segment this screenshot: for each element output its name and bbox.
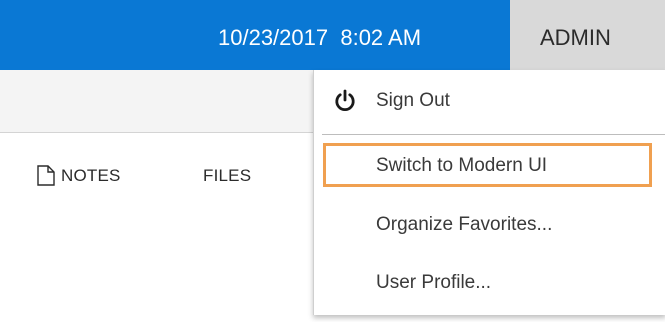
- menu-divider: [322, 134, 665, 135]
- top-header-bar: 10/23/2017 8:02 AM ADMIN: [0, 0, 665, 70]
- power-icon: [335, 89, 355, 112]
- time-text: 8:02 AM: [340, 25, 422, 50]
- notes-button[interactable]: NOTES: [37, 165, 121, 186]
- organize-favorites-menu-item[interactable]: Organize Favorites...: [314, 200, 665, 250]
- notes-label: NOTES: [61, 166, 121, 185]
- user-profile-menu-item[interactable]: User Profile...: [314, 257, 665, 307]
- user-profile-label: User Profile...: [376, 272, 492, 293]
- user-dropdown-menu: Sign Out Switch to Modern UI Organize Fa…: [313, 70, 665, 315]
- user-menu-button[interactable]: ADMIN: [510, 0, 665, 70]
- sign-out-menu-item[interactable]: Sign Out: [314, 70, 665, 132]
- files-button[interactable]: FILES: [203, 166, 251, 186]
- switch-to-modern-ui-label: Switch to Modern UI: [376, 155, 548, 176]
- organize-favorites-label: Organize Favorites...: [376, 214, 553, 235]
- files-label: FILES: [203, 166, 252, 185]
- switch-to-modern-ui-menu-item[interactable]: Switch to Modern UI: [314, 143, 665, 193]
- document-icon: [37, 165, 55, 186]
- sign-out-label: Sign Out: [376, 90, 450, 111]
- user-menu-button-label: ADMIN: [540, 25, 611, 50]
- date-time-display: 10/23/2017 8:02 AM: [218, 0, 421, 70]
- date-text: 10/23/2017: [218, 25, 329, 50]
